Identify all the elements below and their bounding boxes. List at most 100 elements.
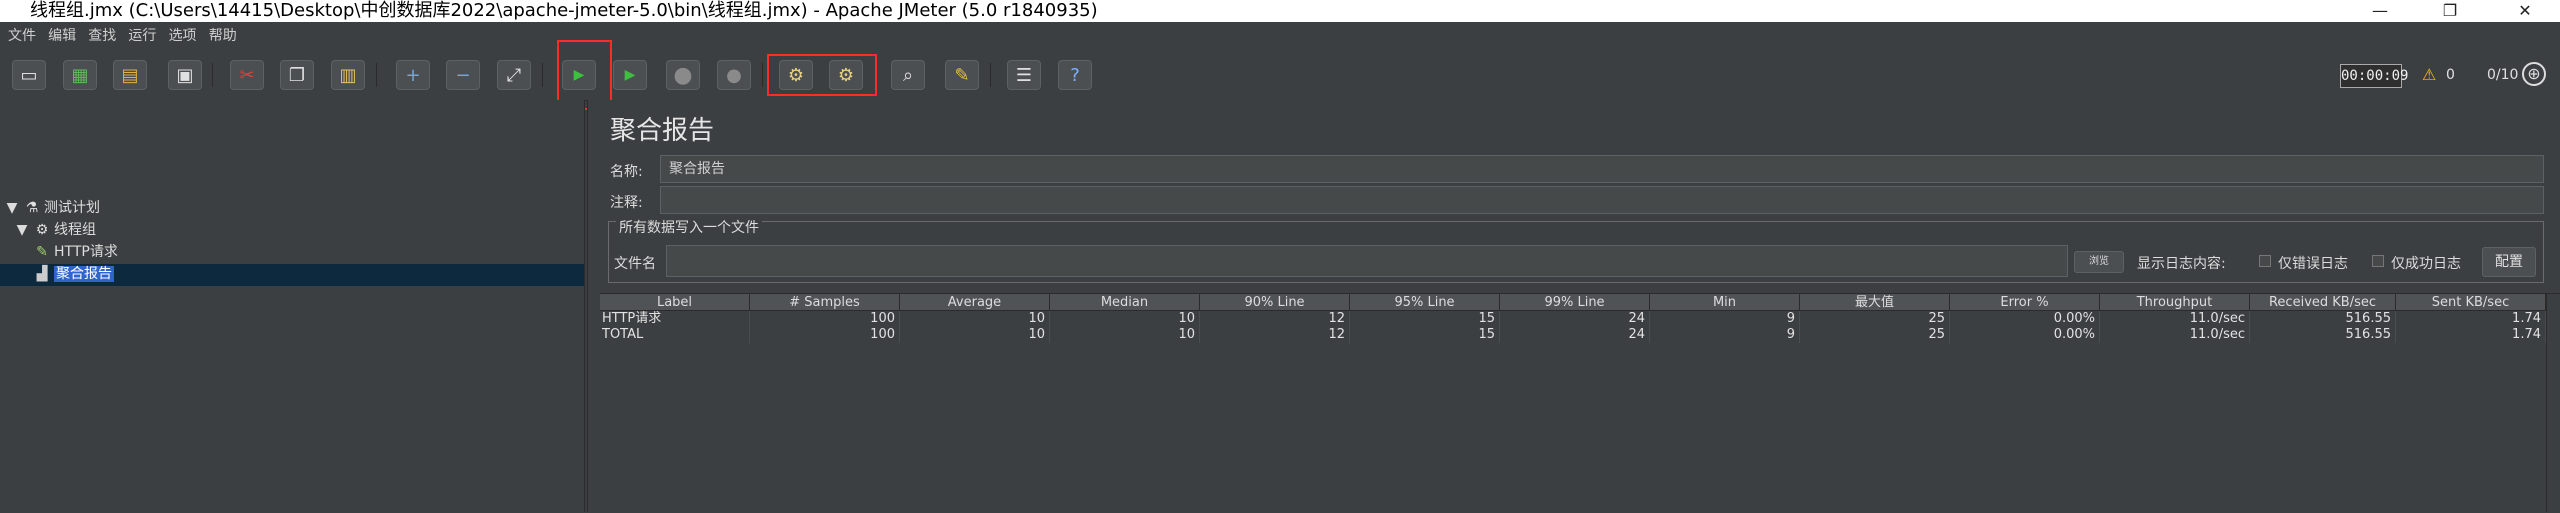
column-header[interactable]: 99% Line [1500,294,1650,311]
file-group-title: 所有数据写入一个文件 [616,220,762,236]
reset-search-icon: ✎ [954,64,970,86]
table-cell: 24 [1500,327,1650,343]
function-helper-icon: ☰ [1015,64,1033,86]
minimize-button[interactable]: — [2355,0,2405,22]
tree-item-http-request[interactable]: ✎ HTTP请求 [34,242,118,262]
errors-only-label: 仅错误日志 [2278,256,2348,272]
tree-item-aggregate-report[interactable]: ▟ 聚合报告 [34,264,114,284]
paste-button[interactable]: ▥ [331,60,365,90]
table-cell: 1.74 [2396,311,2546,327]
open-button[interactable]: ▤ [113,60,147,90]
close-button[interactable]: ✕ [2500,0,2550,22]
tree-item-label: 聚合报告 [54,266,114,282]
table-cell: 10 [900,311,1050,327]
collapse-all-button[interactable]: − [446,60,480,90]
tree-item-label: HTTP请求 [54,244,118,260]
active-threads: 0/10 [2487,67,2519,83]
restore-button[interactable]: ❐ [2425,0,2475,22]
search-button[interactable]: ⌕ [891,60,925,90]
expand-arrow-icon[interactable]: ▼ [14,220,30,240]
browse-button[interactable]: 浏览 [2074,251,2124,273]
column-header[interactable]: Throughput [2100,294,2250,311]
errors-only-checkbox[interactable] [2259,255,2271,267]
copy-icon: ❐ [288,64,306,86]
menu-help[interactable]: 帮助 [201,22,237,51]
test-plan-icon: ⚗ [25,200,39,216]
column-header[interactable]: Sent KB/sec [2396,294,2546,311]
expand-arrow-icon[interactable]: ▼ [4,198,20,218]
menu-search[interactable]: 查找 [80,22,116,51]
table-cell: HTTP请求 [600,311,750,327]
table-cell: 9 [1650,311,1800,327]
filename-input[interactable] [666,245,2068,277]
shutdown-icon: ● [726,64,742,86]
start-no-pause-icon: ▶ [624,67,636,83]
table-cell: 15 [1350,327,1500,343]
toolbar-separator [762,63,763,87]
table-cell: 12 [1200,311,1350,327]
tree-item-label: 线程组 [54,222,96,238]
expand-all-button[interactable]: + [396,60,430,90]
menu-bar: 文件 编辑 查找 运行 选项 帮助 [0,22,2560,52]
column-header[interactable]: Error % [1950,294,2100,311]
warning-count: 0 [2446,67,2455,83]
name-field[interactable]: 聚合报告 [660,155,2544,183]
templates-button[interactable]: ▦ [63,60,97,90]
column-header[interactable]: 95% Line [1350,294,1500,311]
table-cell: 12 [1200,327,1350,343]
clear-highlight-box [767,54,877,96]
table-cell: 10 [900,327,1050,343]
table-cell: 10 [1050,327,1200,343]
function-helper-button[interactable]: ☰ [1007,60,1041,90]
copy-button[interactable]: ❐ [280,60,314,90]
tree-item-test-plan[interactable]: ▼ ⚗ 测试计划 [4,198,100,218]
table-cell: 25 [1800,311,1950,327]
table-cell: TOTAL [600,327,750,343]
tree-item-thread-group[interactable]: ▼ ⚙ 线程组 [14,220,96,240]
reset-search-button[interactable]: ✎ [945,60,979,90]
comment-field[interactable] [660,186,2544,214]
column-header[interactable]: Average [900,294,1050,311]
save-icon: ▣ [176,64,194,86]
filename-label: 文件名 [614,256,656,272]
toggle-button[interactable]: ⤢ [497,60,531,90]
thread-group-icon: ⚙ [35,222,49,238]
toggle-icon: ⤢ [506,64,522,86]
column-header[interactable]: # Samples [750,294,900,311]
menu-file[interactable]: 文件 [0,22,36,51]
title-bar: 线程组.jmx (C:\Users\14415\Desktop\中创数据库202… [0,0,2560,22]
toolbar-separator [376,63,377,87]
tree-item-label: 测试计划 [44,200,100,216]
shutdown-button[interactable]: ● [717,60,751,90]
table-cell: 516.55 [2250,327,2396,343]
save-button[interactable]: ▣ [168,60,202,90]
warning-icon[interactable]: ⚠ [2422,65,2436,84]
menu-options[interactable]: 选项 [161,22,197,51]
remote-start-icon[interactable]: ⊕ [2522,62,2546,86]
stop-icon: ● [673,62,693,88]
column-header[interactable]: Min [1650,294,1800,311]
column-header[interactable]: Received KB/sec [2250,294,2396,311]
cut-button[interactable]: ✂ [230,60,264,90]
column-header[interactable]: 最大值 [1800,294,1950,311]
paste-icon: ▥ [339,64,357,86]
table-cell: 9 [1650,327,1800,343]
test-plan-tree: ▼ ⚗ 测试计划 ▼ ⚙ 线程组 ✎ HTTP请求 ▟ 聚合报告 [0,100,585,512]
success-only-checkbox[interactable] [2372,255,2384,267]
menu-edit[interactable]: 编辑 [40,22,76,51]
new-button[interactable]: ▭ [12,60,46,90]
open-icon: ▤ [121,64,139,86]
configure-button[interactable]: 配置 [2482,247,2536,277]
templates-icon: ▦ [71,64,89,86]
vertical-scrollbar[interactable] [2546,294,2560,512]
menu-run[interactable]: 运行 [120,22,156,51]
column-header[interactable]: 90% Line [1200,294,1350,311]
success-only-label: 仅成功日志 [2391,256,2461,272]
stop-button[interactable]: ● [666,60,700,90]
column-header[interactable]: Median [1050,294,1200,311]
collapse-icon: − [455,64,471,86]
help-button[interactable]: ? [1058,60,1092,90]
start-no-pauses-button[interactable]: ▶ [613,60,647,90]
column-header[interactable]: Label [600,294,750,311]
table-cell: 100 [750,327,900,343]
